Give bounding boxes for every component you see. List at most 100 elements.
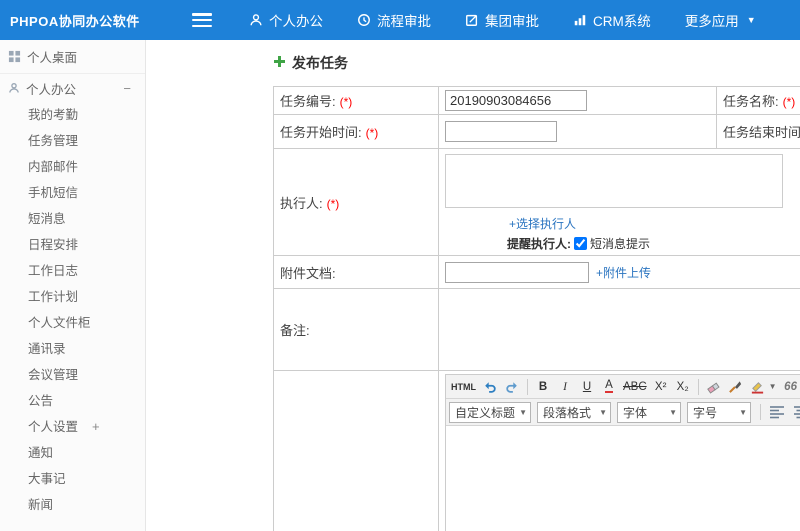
- paragraph-format-select[interactable]: 段落格式 ▼: [537, 401, 611, 423]
- sidebar: 个人桌面 个人办公 − 我的考勤 任务管理 内部邮件 手机短信 短消息 日程安排…: [0, 40, 146, 531]
- sidebar-item-label: 个人桌面: [27, 51, 78, 65]
- sidebar-item-label: 工作计划: [28, 290, 79, 304]
- sidebar-item-label: 内部邮件: [28, 160, 79, 174]
- sidebar-item-announcement[interactable]: 公告: [0, 388, 145, 414]
- bold-button[interactable]: B: [533, 377, 553, 397]
- caret-down-icon: ▼: [768, 382, 777, 391]
- required-mark: (*): [339, 95, 353, 109]
- main-content: 发布任务 任务编号:(*) 任务名称:(*): [146, 40, 800, 531]
- nav-item-personal-office[interactable]: 个人办公: [232, 0, 340, 40]
- user-icon: [8, 82, 20, 94]
- app-logo: PHPOA协同办公软件: [10, 13, 140, 29]
- executor-textarea[interactable]: [445, 154, 783, 208]
- sidebar-item-label: 通知: [28, 446, 54, 460]
- nav-item-process-approval[interactable]: 流程审批: [340, 0, 448, 40]
- italic-button[interactable]: I: [555, 377, 575, 397]
- editor-toolbar-row2: 自定义标题 ▼ 段落格式 ▼ 字体 ▼ 字号 ▼: [446, 399, 800, 426]
- sidebar-item-attendance[interactable]: 我的考勤: [0, 102, 145, 128]
- subscript-button[interactable]: X₂: [673, 377, 693, 397]
- sidebar-item-file-cabinet[interactable]: 个人文件柜: [0, 310, 145, 336]
- sidebar-item-meeting[interactable]: 会议管理: [0, 362, 145, 388]
- attachment-label: 附件文档:: [273, 255, 439, 289]
- sidebar-item-news[interactable]: 新闻: [0, 492, 145, 518]
- nav-label: 集团审批: [485, 14, 539, 29]
- sidebar-item-label: 大事记: [28, 472, 66, 486]
- choose-executor-link[interactable]: +选择执行人: [509, 215, 576, 232]
- sidebar-item-task-management[interactable]: 任务管理: [0, 128, 145, 154]
- caret-down-icon: ▼: [519, 407, 527, 417]
- nav-item-group-approval[interactable]: 集团审批: [448, 0, 556, 40]
- caret-down-icon: ▼: [599, 407, 607, 417]
- select-value: 字号: [693, 405, 718, 420]
- superscript-button[interactable]: X²: [651, 377, 671, 397]
- task-name-label: 任务名称: (*): [716, 86, 800, 115]
- remind-executor-label: 提醒执行人:: [507, 237, 571, 251]
- font-family-select[interactable]: 字体 ▼: [617, 401, 681, 423]
- sidebar-item-sms[interactable]: 手机短信: [0, 180, 145, 206]
- sidebar-item-label: 工作日志: [28, 264, 79, 278]
- task-no-input[interactable]: [445, 90, 587, 111]
- remark-textarea[interactable]: [445, 292, 781, 364]
- sidebar-item-label: 通讯录: [28, 342, 66, 356]
- nav-label: 流程审批: [377, 14, 431, 29]
- edit-icon: [465, 13, 479, 27]
- page-title-text: 发布任务: [292, 55, 348, 71]
- select-value: 字体: [623, 405, 648, 420]
- font-color-button[interactable]: A: [605, 379, 613, 394]
- required-mark: (*): [782, 95, 796, 109]
- eraser-icon[interactable]: [704, 377, 724, 397]
- custom-title-select[interactable]: 自定义标题 ▼: [449, 401, 531, 423]
- collapse-icon[interactable]: −: [123, 81, 131, 96]
- caret-down-icon: ▼: [669, 407, 677, 417]
- attachment-upload-link[interactable]: +附件上传: [596, 264, 651, 281]
- topbar: PHPOA协同办公软件 个人办公 流程审批 集团审批 CRM系统 更多应用 ▼: [0, 0, 800, 40]
- editor-toolbar-row1: HTML B I U A ABC X² X₂ ▼ 66: [446, 375, 800, 399]
- sidebar-item-internal-mail[interactable]: 内部邮件: [0, 154, 145, 180]
- sidebar-section-personal-settings[interactable]: 个人设置 +: [0, 414, 145, 440]
- menu-toggle-icon[interactable]: [192, 13, 212, 27]
- sidebar-item-label: 新闻: [28, 498, 54, 512]
- sidebar-item-label: 我的考勤: [28, 108, 79, 122]
- strikethrough-button[interactable]: ABC: [621, 377, 649, 397]
- blockquote-button[interactable]: 66: [781, 377, 800, 397]
- editor-content-area[interactable]: [446, 426, 800, 531]
- sms-remind-label: 短消息提示: [590, 237, 651, 251]
- sms-remind-checkbox[interactable]: [574, 237, 587, 250]
- sidebar-item-work-plan[interactable]: 工作计划: [0, 284, 145, 310]
- user-icon: [249, 13, 263, 27]
- chart-icon: [573, 13, 587, 27]
- attachment-input[interactable]: [445, 261, 589, 283]
- sidebar-item-label: 任务管理: [28, 134, 79, 148]
- sidebar-item-desktop[interactable]: 个人桌面: [0, 40, 145, 74]
- start-time-input[interactable]: [445, 121, 557, 142]
- publish-task-form: 任务编号:(*) 任务名称:(*) 任务开始时间:(*): [273, 86, 800, 531]
- task-no-label: 任务编号: (*): [273, 86, 439, 115]
- align-left-icon[interactable]: [766, 402, 788, 422]
- sidebar-section-personal-office[interactable]: 个人办公 −: [0, 74, 145, 102]
- sidebar-item-milestones[interactable]: 大事记: [0, 466, 145, 492]
- page-title: 发布任务: [273, 52, 800, 74]
- underline-button[interactable]: U: [577, 377, 597, 397]
- sidebar-item-contacts[interactable]: 通讯录: [0, 336, 145, 362]
- required-mark: (*): [365, 126, 379, 140]
- sidebar-item-work-log[interactable]: 工作日志: [0, 258, 145, 284]
- redo-icon[interactable]: [502, 377, 522, 397]
- sidebar-item-short-message[interactable]: 短消息: [0, 206, 145, 232]
- sidebar-item-schedule[interactable]: 日程安排: [0, 232, 145, 258]
- highlighter-icon[interactable]: ▼: [748, 377, 779, 397]
- description-label: 任务描述:(*): [273, 370, 439, 531]
- top-nav: 个人办公 流程审批 集团审批 CRM系统 更多应用 ▼: [232, 0, 773, 40]
- end-time-label: 任务结束时间:(*): [716, 114, 800, 149]
- sidebar-item-notice[interactable]: 通知: [0, 440, 145, 466]
- select-value: 自定义标题: [455, 405, 516, 420]
- expand-icon[interactable]: +: [92, 414, 100, 440]
- align-center-icon[interactable]: [790, 402, 800, 422]
- undo-icon[interactable]: [480, 377, 500, 397]
- font-size-select[interactable]: 字号 ▼: [687, 401, 751, 423]
- format-brush-icon[interactable]: [726, 377, 746, 397]
- nav-label: CRM系统: [593, 14, 651, 29]
- caret-down-icon: ▼: [746, 15, 756, 25]
- nav-item-more-apps[interactable]: 更多应用 ▼: [668, 0, 773, 40]
- source-code-button[interactable]: HTML: [449, 377, 478, 397]
- nav-item-crm[interactable]: CRM系统: [556, 0, 668, 40]
